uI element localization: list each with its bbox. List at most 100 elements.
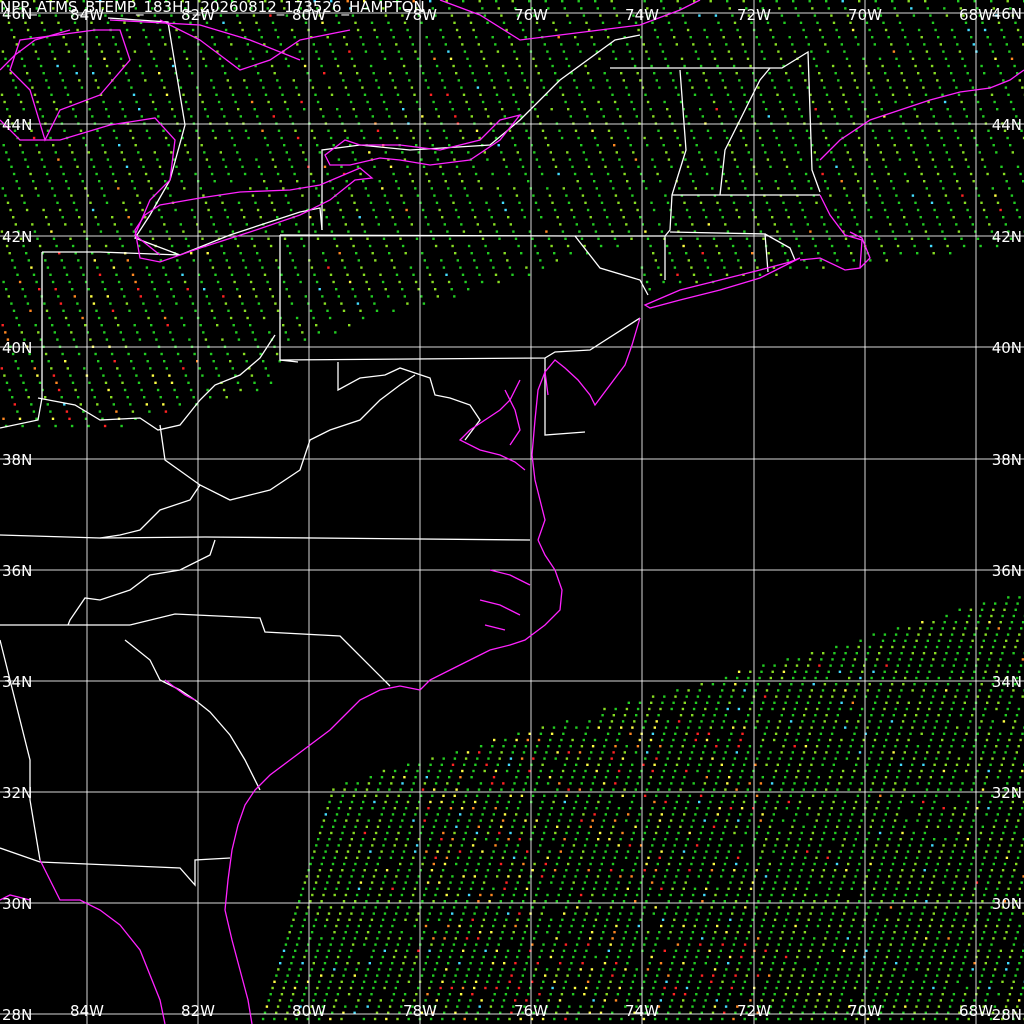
swath-pixel [843,50,846,53]
swath-pixel [91,115,94,118]
swath-pixel [374,869,378,872]
swath-pixel [96,403,99,406]
swath-pixel [706,701,709,704]
swath-pixel [704,259,707,262]
swath-pixel [485,763,488,766]
swath-pixel [293,172,296,176]
swath-pixel [396,230,400,233]
swath-pixel [163,316,167,320]
swath-pixel [64,316,68,320]
swath-pixel [525,266,528,269]
swath-pixel [298,50,302,53]
swath-pixel [840,43,843,46]
swath-pixel [689,974,692,977]
swath-pixel [742,912,745,915]
swath-pixel [126,396,129,399]
swath-pixel [856,794,860,797]
swath-pixel [602,782,606,785]
swath-pixel [412,273,415,276]
swath-pixel [406,800,410,804]
swath-pixel [497,906,501,909]
swath-pixel [134,144,137,147]
swath-pixel [356,856,359,859]
swath-pixel [797,695,800,698]
swath-pixel [882,21,885,24]
swath-pixel [605,955,609,959]
swath-pixel [375,794,378,797]
swath-pixel [1013,201,1016,204]
swath-pixel [50,367,53,370]
swath-pixel [784,208,788,212]
swath-pixel [425,850,428,853]
swath-pixel [290,302,294,305]
swath-pixel [463,763,466,766]
swath-pixel [164,180,167,183]
swath-pixel [372,986,375,990]
swath-pixel [376,129,380,132]
swath-pixel [76,302,79,305]
swath-pixel [324,850,327,853]
swath-pixel [903,172,907,176]
swath-pixel [792,230,796,233]
swath-pixel [11,396,14,399]
swath-pixel [512,931,515,934]
swath-pixel [346,136,349,140]
swath-pixel [544,862,547,866]
swath-pixel [484,912,487,915]
swath-pixel [345,819,348,822]
swath-pixel [815,782,819,785]
swath-pixel [21,151,24,154]
swath-pixel [846,645,849,649]
swath-pixel [631,980,635,983]
swath-pixel [686,912,689,915]
swath-pixel [413,962,416,965]
swath-pixel [191,28,195,32]
swath-pixel [332,825,335,828]
swath-pixel [706,881,710,884]
swath-pixel [559,924,562,928]
swath-pixel [269,381,273,384]
swath-pixel [539,844,542,847]
swath-pixel [624,893,628,897]
swath-pixel [990,93,994,96]
swath-pixel [130,360,133,363]
swath-pixel [448,237,452,240]
swath-pixel [552,158,555,161]
swath-pixel [366,931,370,934]
swath-pixel [337,807,341,810]
swath-pixel [870,172,874,176]
swath-pixel [453,21,456,24]
swath-pixel [692,273,696,276]
swath-pixel [145,129,149,132]
swath-pixel [378,819,382,822]
swath-pixel [481,100,485,104]
swath-pixel [359,844,363,847]
swath-pixel [755,869,758,872]
swath-pixel [517,732,520,735]
swath-pixel [389,165,393,168]
swath-pixel [468,819,471,822]
swath-pixel [12,172,16,176]
swath-pixel [701,788,705,791]
swath-pixel [466,900,469,903]
swath-pixel [30,266,33,269]
swath-pixel [826,893,829,897]
swath-pixel [238,21,242,24]
swath-pixel [350,194,354,197]
swath-pixel [694,850,697,853]
swath-pixel [551,201,554,204]
swath-pixel [475,943,478,946]
swath-pixel [433,57,436,60]
swath-pixel [603,208,606,212]
swath-pixel [618,158,621,161]
swath-pixel [545,751,548,754]
swath-pixel [486,943,489,946]
swath-pixel [759,819,762,822]
swath-pixel [344,968,347,971]
swath-pixel [222,295,225,298]
swath-pixel [525,129,528,132]
swath-pixel [693,887,697,890]
swath-pixel [759,856,762,859]
swath-pixel [330,93,334,96]
swath-pixel [559,813,563,816]
